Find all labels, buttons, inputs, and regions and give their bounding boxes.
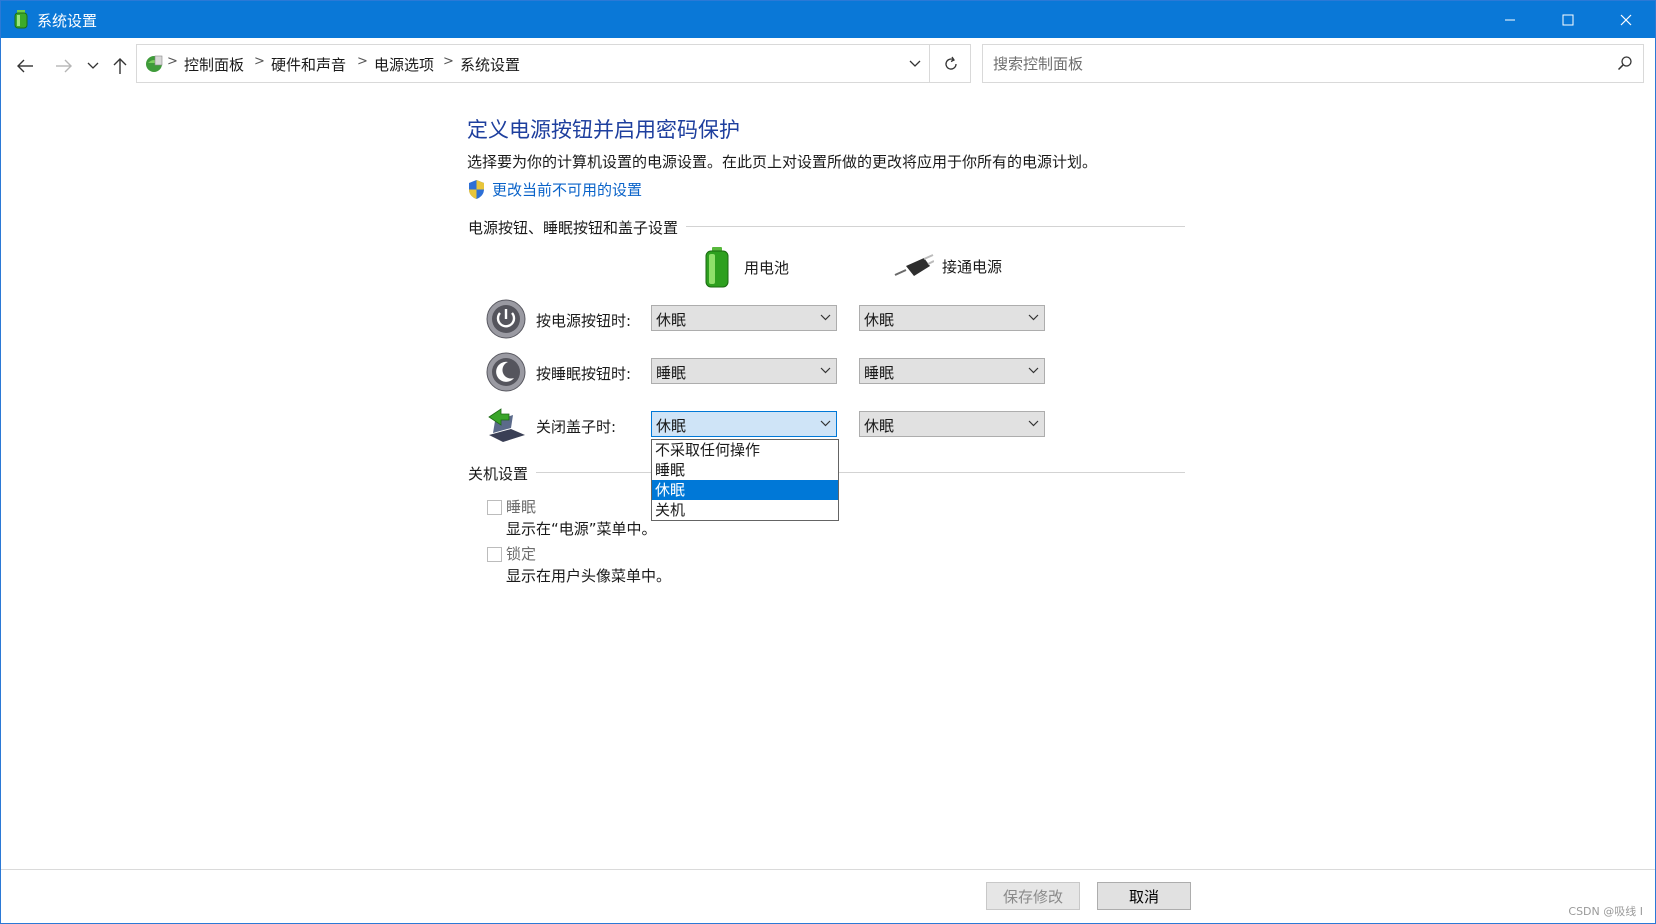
shutdown-section-title: 关机设置 [468, 463, 537, 484]
battery-icon [705, 247, 729, 288]
chevron-down-icon [909, 60, 921, 67]
lock-menu-checkbox[interactable] [487, 547, 502, 562]
maximize-icon [1562, 14, 1574, 25]
select-value: 休眠 [656, 417, 687, 435]
sleep-menu-description: 显示在“电源”菜单中。 [506, 520, 657, 538]
control-panel-icon [146, 55, 163, 72]
select-value: 休眠 [864, 417, 895, 435]
power-button-action-label: 按电源按钮时: [536, 312, 632, 330]
sleep-menu-checkbox[interactable] [487, 500, 502, 515]
breadcrumb-separator: > [357, 54, 368, 69]
dropdown-option-do-nothing[interactable]: 不采取任何操作 [652, 440, 838, 460]
cancel-button[interactable]: 取消 [1097, 882, 1191, 910]
search-box[interactable] [982, 44, 1644, 83]
chevron-down-icon [87, 62, 99, 69]
arrow-up-icon [113, 58, 127, 74]
chevron-down-icon [1028, 367, 1039, 374]
sleep-menu-checkbox-label: 睡眠 [506, 498, 537, 516]
search-input[interactable] [991, 52, 1595, 76]
close-button[interactable] [1597, 1, 1655, 38]
title-bar: 系统设置 [1, 1, 1655, 38]
arrow-left-icon [17, 59, 33, 73]
close-lid-action-label: 关闭盖子时: [536, 418, 617, 436]
change-unavailable-settings-label[interactable]: 更改当前不可用的设置 [492, 179, 642, 200]
plugged-in-column-label: 接通电源 [942, 257, 1003, 276]
breadcrumb-separator: > [443, 54, 454, 69]
battery-column-header: 用电池 [704, 246, 789, 288]
chevron-down-icon [1028, 314, 1039, 321]
breadcrumb-separator: > [254, 54, 265, 69]
buttons-lid-section-title: 电源按钮、睡眠按钮和盖子设置 [468, 217, 687, 238]
sleep-button-plugged-select[interactable]: 睡眠 [859, 358, 1045, 384]
lock-menu-checkbox-label: 锁定 [506, 545, 537, 563]
back-button[interactable] [12, 53, 38, 79]
power-options-icon [14, 10, 28, 29]
window-title: 系统设置 [37, 12, 98, 30]
sleep-button-icon [486, 352, 526, 392]
select-value: 休眠 [864, 311, 895, 329]
close-icon [1620, 14, 1632, 25]
chevron-down-icon [820, 367, 831, 374]
minimize-button[interactable] [1481, 1, 1539, 38]
page-title: 定义电源按钮并启用密码保护 [467, 118, 740, 142]
select-value: 睡眠 [656, 364, 687, 382]
battery-column-label: 用电池 [744, 258, 790, 277]
breadcrumb-separator: > [167, 54, 178, 69]
close-lid-battery-select[interactable]: 休眠 [651, 411, 837, 437]
power-button-battery-select[interactable]: 休眠 [651, 305, 837, 331]
recent-locations-button[interactable] [82, 53, 104, 79]
plugged-in-column-header: 接通电源 [894, 254, 1002, 278]
change-unavailable-settings-link[interactable]: 更改当前不可用的设置 [467, 178, 642, 200]
maximize-button[interactable] [1539, 1, 1597, 38]
sleep-button-action-label: 按睡眠按钮时: [536, 365, 632, 383]
power-button-plugged-select[interactable]: 休眠 [859, 305, 1045, 331]
dropdown-option-hibernate[interactable]: 休眠 [652, 480, 838, 500]
close-lid-plugged-select[interactable]: 休眠 [859, 411, 1045, 437]
dropdown-option-sleep[interactable]: 睡眠 [652, 460, 838, 480]
breadcrumb-hardware-sound[interactable]: 硬件和声音 [271, 54, 346, 75]
system-settings-window: 系统设置 > 控制面板 > 硬件和声音 > 电源选项 > 系统设置 搜索控制面板… [0, 0, 1656, 924]
close-lid-battery-dropdown-list: 不采取任何操作 睡眠 休眠 关机 [651, 439, 839, 521]
breadcrumb-system-settings[interactable]: 系统设置 [460, 54, 520, 75]
save-changes-button[interactable]: 保存修改 [986, 882, 1080, 910]
chevron-down-icon [1028, 420, 1039, 427]
watermark: CSDN @吸线 I [1568, 905, 1643, 918]
lock-menu-description: 显示在用户头像菜单中。 [506, 567, 672, 585]
select-value: 休眠 [656, 311, 687, 329]
breadcrumb-power-options[interactable]: 电源选项 [374, 54, 434, 75]
uac-shield-icon [469, 179, 484, 199]
power-plug-icon [894, 254, 934, 276]
dropdown-option-shutdown[interactable]: 关机 [652, 500, 838, 520]
sleep-button-battery-select[interactable]: 睡眠 [651, 358, 837, 384]
search-icon [1617, 56, 1632, 71]
select-value: 睡眠 [864, 364, 895, 382]
page-description: 选择要为你的计算机设置的电源设置。在此页上对设置所做的更改将应用于你所有的电源计… [467, 153, 1098, 171]
laptop-lid-icon [488, 408, 525, 442]
refresh-icon [944, 56, 957, 70]
power-button-icon [486, 299, 526, 339]
forward-button[interactable] [51, 53, 77, 79]
chevron-down-icon [820, 420, 831, 427]
breadcrumb-control-panel[interactable]: 控制面板 [184, 54, 244, 75]
minimize-icon [1505, 19, 1515, 20]
refresh-button[interactable] [929, 45, 971, 82]
up-button[interactable] [107, 53, 133, 79]
arrow-right-icon [56, 59, 72, 73]
footer-divider [1, 869, 1655, 870]
chevron-down-icon [820, 314, 831, 321]
address-bar[interactable]: > 控制面板 > 硬件和声音 > 电源选项 > 系统设置 [136, 44, 971, 83]
